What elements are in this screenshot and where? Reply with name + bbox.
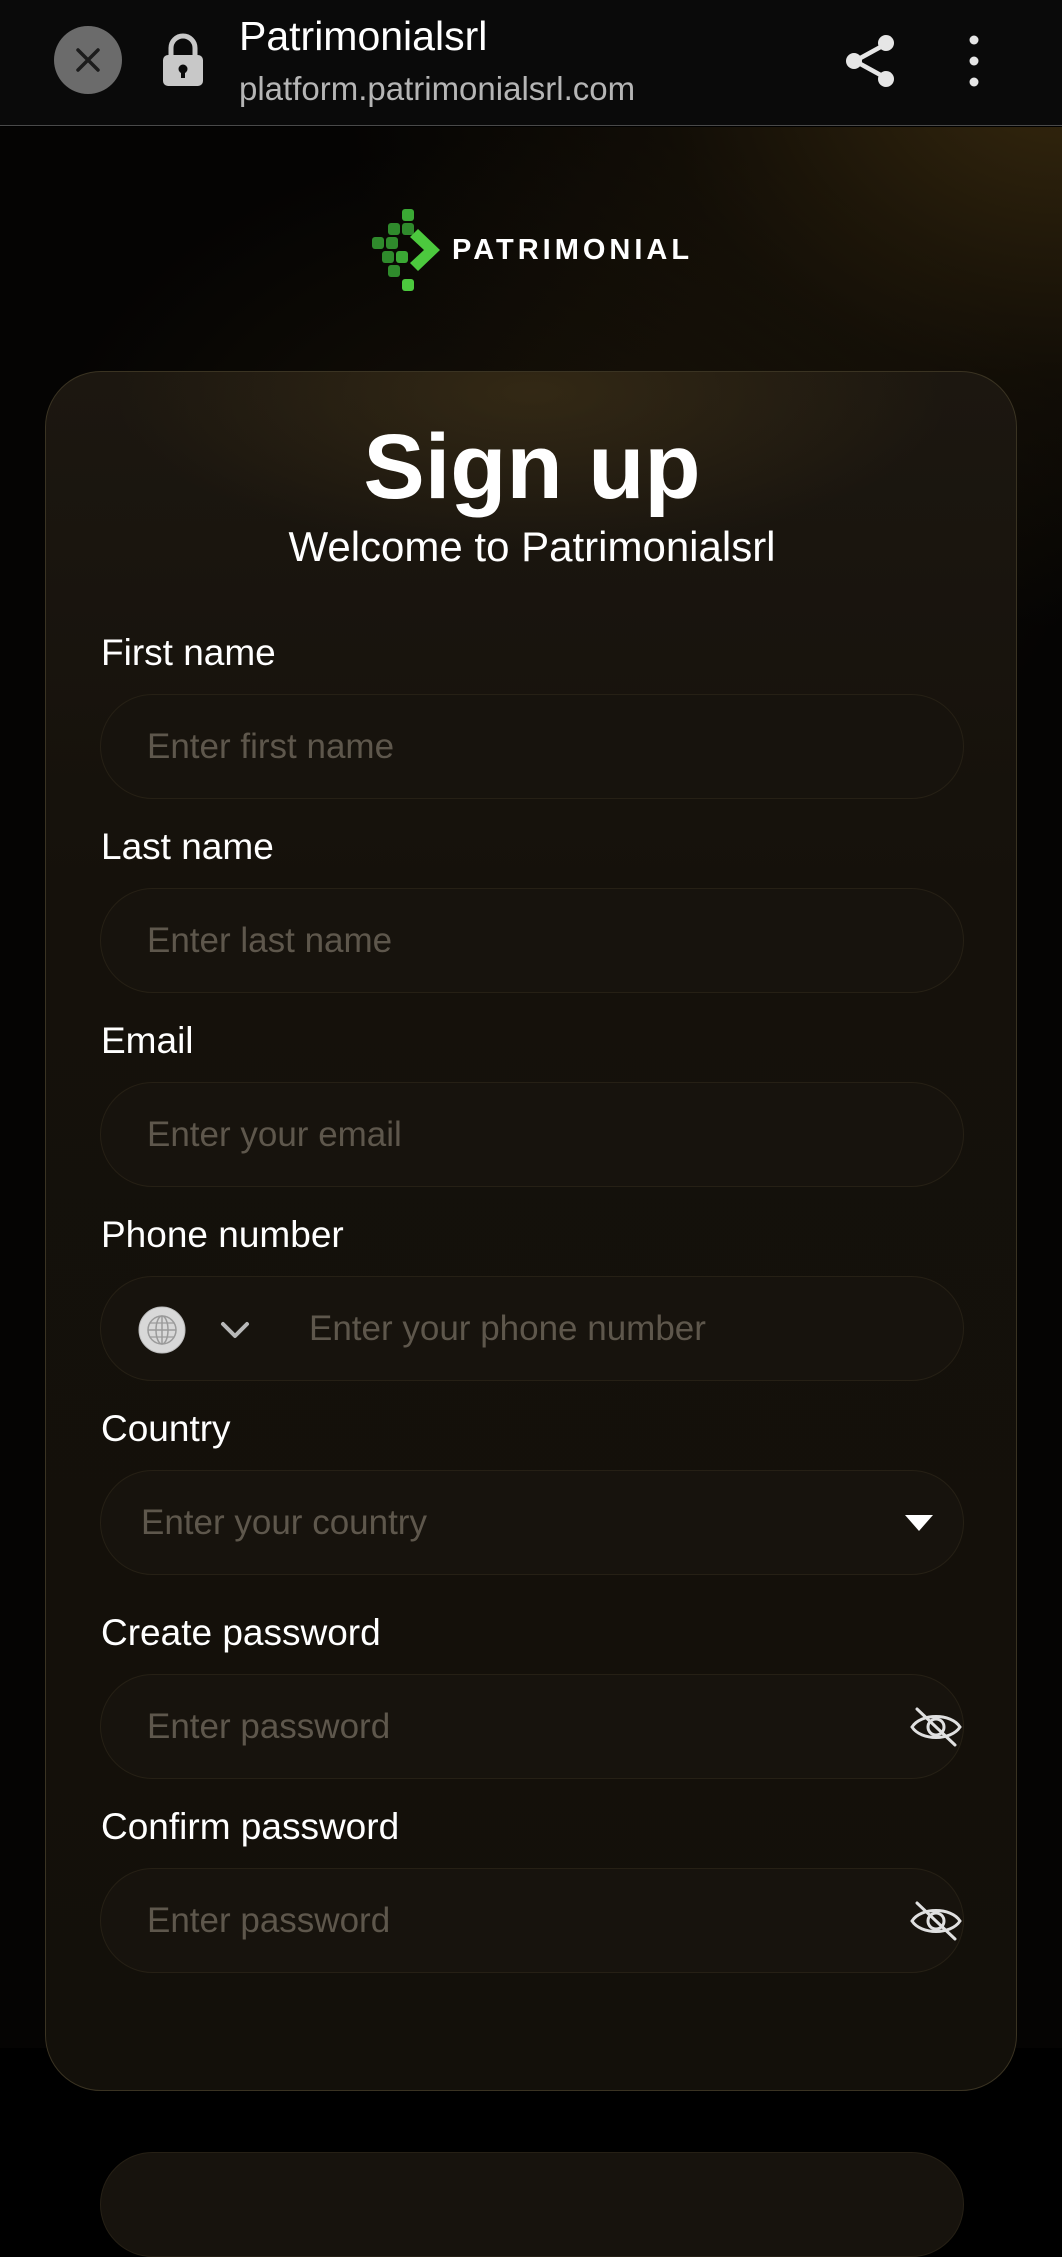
brand-logo[interactable]: PATRIMONIAL xyxy=(364,205,698,295)
signup-card: Sign up Welcome to Patrimonialsrl First … xyxy=(45,371,1017,2257)
confirm-password-field-wrapper xyxy=(100,1868,964,1973)
browser-top-bar: Patrimonialsrl platform.patrimonialsrl.c… xyxy=(0,0,1062,126)
email-input[interactable] xyxy=(101,1083,963,1186)
first-name-label: First name xyxy=(101,632,276,673)
create-password-label: Create password xyxy=(101,1612,381,1653)
last-name-label: Last name xyxy=(101,826,274,867)
country-code-selector[interactable] xyxy=(137,1304,257,1356)
page-title: Sign up xyxy=(363,416,701,518)
country-label: Country xyxy=(101,1408,231,1449)
logo-mark-icon xyxy=(372,209,440,291)
close-icon xyxy=(76,48,100,72)
email-field-wrapper xyxy=(100,1082,964,1187)
site-title: Patrimonialsrl xyxy=(239,13,488,59)
confirm-password-input[interactable] xyxy=(101,1869,963,1972)
site-url[interactable]: platform.patrimonialsrl.com xyxy=(239,67,635,111)
last-name-field-wrapper xyxy=(100,888,964,993)
create-password-field-wrapper xyxy=(100,1674,964,1779)
lock-icon[interactable] xyxy=(160,32,206,88)
phone-label: Phone number xyxy=(101,1214,344,1255)
caret-down-icon xyxy=(905,1515,933,1531)
confirm-password-label: Confirm password xyxy=(101,1806,400,1847)
first-name-field-wrapper xyxy=(100,694,964,799)
share-icon[interactable] xyxy=(840,30,902,92)
partially-visible-field[interactable] xyxy=(100,2152,964,2257)
eye-off-icon[interactable] xyxy=(909,1899,963,1943)
eye-off-icon[interactable] xyxy=(909,1705,963,1749)
country-select-placeholder: Enter your country xyxy=(141,1503,427,1542)
last-name-input[interactable] xyxy=(101,889,963,992)
globe-icon xyxy=(138,1306,186,1354)
more-vertical-icon[interactable] xyxy=(950,30,998,92)
country-select[interactable]: Enter your country xyxy=(100,1470,964,1575)
phone-field-wrapper xyxy=(100,1276,964,1381)
page-content: PATRIMONIAL Sign up Welcome to Patrimoni… xyxy=(0,127,1062,2257)
create-password-input[interactable] xyxy=(101,1675,963,1778)
email-label: Email xyxy=(101,1020,194,1061)
chevron-down-icon xyxy=(221,1322,249,1338)
logo-text: PATRIMONIAL xyxy=(452,233,694,266)
first-name-input[interactable] xyxy=(101,695,963,798)
close-tab-button[interactable] xyxy=(54,26,122,94)
page-subtitle: Welcome to Patrimonialsrl xyxy=(288,523,776,570)
